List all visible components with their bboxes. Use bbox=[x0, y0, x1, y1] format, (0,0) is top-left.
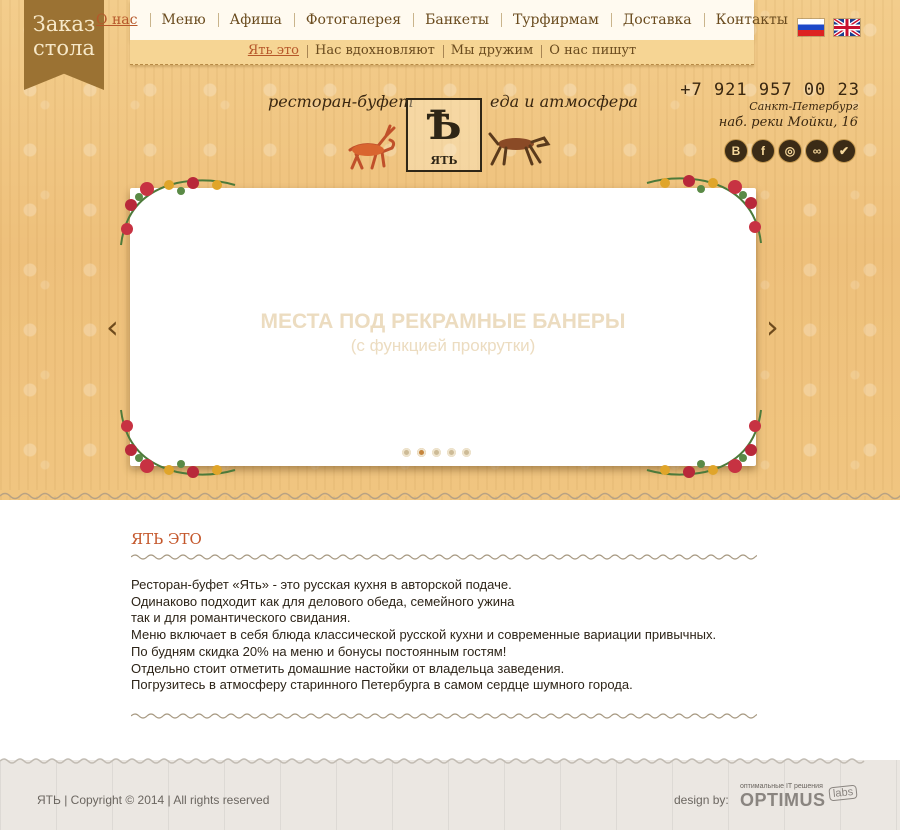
about-paragraph: так и для романтического свидания. bbox=[131, 610, 351, 626]
nav-about[interactable]: О нас bbox=[84, 0, 149, 28]
russian-flag-icon[interactable] bbox=[798, 19, 824, 36]
address: наб. реки Мойки, 16 bbox=[718, 115, 858, 130]
slider-dot[interactable] bbox=[402, 448, 411, 457]
nav-menu[interactable]: Меню bbox=[149, 0, 218, 28]
nav-events[interactable]: Афиша bbox=[217, 0, 294, 28]
design-by-label: design by: bbox=[674, 793, 729, 807]
about-paragraph: Отдельно стоит отметить домашние настойк… bbox=[131, 660, 565, 676]
flower-ornament-icon bbox=[646, 409, 762, 478]
tagline-restaurant: ресторан-буфет bbox=[268, 92, 414, 111]
reserve-line-2: стола bbox=[33, 36, 95, 60]
subnav-yat-is[interactable]: Ять это bbox=[240, 40, 307, 58]
slider-pagination bbox=[402, 448, 471, 457]
nav-delivery[interactable]: Доставка bbox=[610, 0, 704, 28]
main-nav: О нас Меню Афиша Фотогалерея Банкеты Тур… bbox=[96, 0, 788, 40]
about-paragraph: Погрузитесь в атмосферу старинного Петер… bbox=[131, 677, 633, 693]
footer-wave-divider bbox=[0, 758, 865, 764]
tripadvisor-icon[interactable]: ∞ bbox=[805, 139, 829, 163]
about-paragraph: Меню включает в себя блюда классической … bbox=[131, 627, 717, 643]
header: Заказ стола О нас Меню Афиша Фотогалерея… bbox=[0, 0, 900, 500]
banner-title: МЕСТА ПОД РЕКРАМНЫЕ БАНЕРЫ bbox=[260, 310, 626, 333]
banner-subtitle: (с функцией прокрутки) bbox=[350, 336, 536, 355]
subnav-inspire[interactable]: Нас вдохновляют bbox=[307, 40, 443, 58]
flower-ornament-icon bbox=[120, 177, 236, 246]
sub-nav: Ять это Нас вдохновляют Мы дружим О нас … bbox=[130, 40, 754, 65]
phone-number[interactable]: +7 921 957 00 23 bbox=[680, 80, 860, 100]
slider-next-icon[interactable]: › bbox=[766, 308, 779, 346]
vk-icon[interactable]: В bbox=[724, 139, 748, 163]
copyright: ЯТЬ | Copyright © 2014 | All rights rese… bbox=[37, 793, 270, 807]
restaurant-logo[interactable]: Ѣ ЯТЬ bbox=[406, 98, 482, 172]
deer-icon bbox=[348, 124, 396, 170]
slider-dot-active[interactable] bbox=[417, 448, 426, 457]
tagline-food: еда и атмосфера bbox=[490, 92, 638, 111]
subnav-press[interactable]: О нас пишут bbox=[541, 40, 644, 58]
logo-name: ЯТЬ bbox=[430, 154, 458, 167]
nav-gallery[interactable]: Фотогалерея bbox=[293, 0, 413, 28]
wave-divider bbox=[131, 713, 757, 719]
instagram-icon[interactable]: ◎ bbox=[778, 139, 802, 163]
subnav-friends[interactable]: Мы дружим bbox=[442, 40, 542, 58]
nav-contacts[interactable]: Контакты bbox=[703, 0, 800, 28]
nav-travel-agencies[interactable]: Турфирмам bbox=[500, 0, 611, 28]
slider-dot[interactable] bbox=[432, 448, 441, 457]
optimus-labs-badge[interactable]: labs bbox=[828, 784, 858, 802]
slider-prev-icon[interactable]: ‹ bbox=[106, 308, 119, 346]
about-text: Ресторан-буфет «Ять» - это русская кухня… bbox=[131, 577, 771, 694]
nav-banquets[interactable]: Банкеты bbox=[413, 0, 501, 28]
flower-ornament-icon bbox=[646, 175, 762, 244]
english-flag-icon[interactable] bbox=[834, 19, 860, 36]
foursquare-icon[interactable]: ✔ bbox=[832, 139, 856, 163]
social-links: В f ◎ ∞ ✔ bbox=[724, 139, 856, 163]
logo-yat-letter: Ѣ bbox=[426, 102, 462, 149]
flower-ornament-icon bbox=[120, 409, 236, 478]
city: Санкт-Петербург bbox=[749, 100, 858, 113]
about-paragraph: По будням скидка 20% на меню и бонусы по… bbox=[131, 643, 507, 659]
optimus-tagline: оптимальные IT решения bbox=[740, 783, 823, 790]
about-paragraph: Одинаково подходит как для делового обед… bbox=[131, 593, 515, 609]
slider-dot[interactable] bbox=[462, 448, 471, 457]
slider-dot[interactable] bbox=[447, 448, 456, 457]
section-title: ЯТЬ ЭТО bbox=[131, 530, 202, 548]
about-paragraph: Ресторан-буфет «Ять» - это русская кухня… bbox=[131, 577, 512, 592]
wave-divider bbox=[131, 554, 757, 560]
facebook-icon[interactable]: f bbox=[751, 139, 775, 163]
header-wave-divider bbox=[0, 490, 900, 500]
optimus-logo[interactable]: OPTIMUS bbox=[740, 790, 826, 811]
dog-icon bbox=[488, 132, 551, 166]
